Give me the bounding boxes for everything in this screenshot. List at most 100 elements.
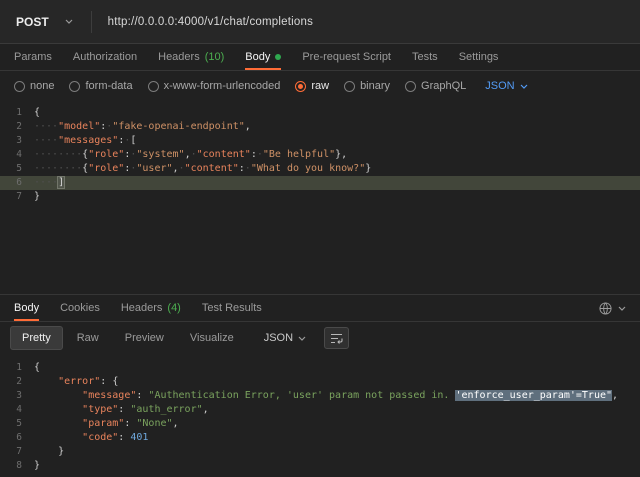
code-line[interactable]: 2····"model":·"fake-openai-endpoint", — [0, 120, 640, 134]
tab-headers[interactable]: Headers(10) — [158, 44, 224, 70]
code-token: "content" — [185, 163, 239, 174]
mode-x-www-form-urlencoded[interactable]: x-www-form-urlencoded — [148, 80, 281, 92]
mode-form-data[interactable]: form-data — [69, 80, 132, 92]
code-token: "system" — [136, 149, 184, 160]
code-token: { — [34, 107, 40, 118]
line-number: 5 — [0, 162, 34, 176]
wrap-text-button[interactable] — [324, 327, 349, 349]
code-token — [34, 432, 82, 443]
line-number: 8 — [0, 459, 34, 473]
code-token: "code" — [82, 432, 118, 443]
line-number: 7 — [0, 190, 34, 204]
code-token: "role" — [88, 149, 124, 160]
code-token: }, — [335, 149, 347, 160]
view-visualize[interactable]: Visualize — [178, 326, 246, 350]
view-raw[interactable]: Raw — [65, 326, 111, 350]
code-token: "type" — [82, 404, 118, 415]
mode-binary[interactable]: binary — [344, 80, 390, 92]
code-token: } — [34, 460, 40, 471]
code-line[interactable]: 2 "error": { — [0, 375, 640, 389]
code-line[interactable]: 5········{"role":·"user",·"content":·"Wh… — [0, 162, 640, 176]
code-line[interactable]: 3····"messages":·[ — [0, 134, 640, 148]
code-token: "Be helpful" — [263, 149, 335, 160]
code-line[interactable]: 6····] — [0, 176, 640, 190]
code-token: 'enforce_user_param'=True" — [455, 390, 612, 401]
code-line[interactable]: 4 "type": "auth_error", — [0, 403, 640, 417]
request-body-editor[interactable]: 1{2····"model":·"fake-openai-endpoint",3… — [0, 101, 640, 294]
line-number: 7 — [0, 445, 34, 459]
code-line[interactable]: 1{ — [0, 106, 640, 120]
divider — [91, 11, 92, 33]
response-language-select[interactable]: JSON — [256, 327, 314, 349]
code-line[interactable]: 7} — [0, 190, 640, 204]
code-token: ········ — [34, 149, 82, 160]
mode-none[interactable]: none — [14, 80, 54, 92]
code-token: "user" — [136, 163, 172, 174]
text-wrap-icon — [330, 333, 343, 344]
view-pretty[interactable]: Pretty — [10, 326, 63, 350]
url-bar: POST — [0, 0, 640, 44]
code-token: "message" — [82, 390, 136, 401]
response-options[interactable] — [599, 302, 626, 315]
line-number: 4 — [0, 148, 34, 162]
headers-count: (10) — [205, 51, 225, 63]
code-token: "param" — [82, 418, 124, 429]
code-line[interactable]: 8} — [0, 459, 640, 473]
code-token: [ — [130, 135, 136, 146]
code-token: "Authentication Error, 'user' param not … — [148, 390, 455, 401]
code-token — [34, 418, 82, 429]
code-token: 401 — [130, 432, 148, 443]
code-token: } — [34, 191, 40, 202]
tab-authorization[interactable]: Authorization — [73, 44, 137, 70]
code-line[interactable]: 5 "param": "None", — [0, 417, 640, 431]
code-line[interactable]: 4········{"role":·"system",·"content":·"… — [0, 148, 640, 162]
code-line[interactable]: 3 "message": "Authentication Error, 'use… — [0, 389, 640, 403]
code-token — [34, 446, 58, 457]
line-number: 2 — [0, 120, 34, 134]
code-token: ···· — [34, 177, 58, 188]
response-tab-test-results[interactable]: Test Results — [202, 295, 262, 321]
code-line[interactable]: 6 "code": 401 — [0, 431, 640, 445]
chevron-down-icon — [618, 306, 626, 311]
line-number: 6 — [0, 431, 34, 445]
response-tabs: Body Cookies Headers(4) Test Results — [0, 294, 640, 322]
code-token — [34, 404, 82, 415]
code-token: "content" — [197, 149, 251, 160]
code-token: "role" — [88, 163, 124, 174]
body-mode-row: none form-data x-www-form-urlencoded raw… — [0, 71, 640, 101]
code-line[interactable]: 1{ — [0, 361, 640, 375]
mode-raw[interactable]: raw — [295, 80, 329, 92]
response-tab-cookies[interactable]: Cookies — [60, 295, 100, 321]
chevron-down-icon — [520, 84, 528, 89]
code-token: ] — [58, 177, 64, 188]
response-tab-body[interactable]: Body — [14, 295, 39, 321]
code-line[interactable]: 7 } — [0, 445, 640, 459]
view-preview[interactable]: Preview — [113, 326, 176, 350]
method-select[interactable]: POST — [14, 11, 75, 33]
radio-icon — [14, 81, 25, 92]
response-tab-headers[interactable]: Headers(4) — [121, 295, 181, 321]
globe-icon — [599, 302, 612, 315]
tab-tests[interactable]: Tests — [412, 44, 438, 70]
url-input[interactable] — [108, 16, 528, 28]
line-number: 3 — [0, 389, 34, 403]
radio-icon — [405, 81, 416, 92]
tab-body[interactable]: Body — [245, 44, 281, 70]
code-token: "error" — [58, 376, 100, 387]
code-token: , — [173, 418, 179, 429]
code-token: "What do you know?" — [251, 163, 365, 174]
line-number: 3 — [0, 134, 34, 148]
code-token: , — [203, 404, 209, 415]
code-token: { — [112, 376, 118, 387]
code-token: { — [34, 362, 40, 373]
code-token: "model" — [58, 121, 100, 132]
code-token — [34, 376, 58, 387]
response-body-viewer[interactable]: 1{2 "error": {3 "message": "Authenticati… — [0, 354, 640, 477]
mode-graphql[interactable]: GraphQL — [405, 80, 466, 92]
code-token: } — [58, 446, 64, 457]
radio-icon — [148, 81, 159, 92]
tab-pre-request-script[interactable]: Pre-request Script — [302, 44, 391, 70]
tab-params[interactable]: Params — [14, 44, 52, 70]
request-language-select[interactable]: JSON — [485, 80, 527, 92]
tab-settings[interactable]: Settings — [459, 44, 499, 70]
